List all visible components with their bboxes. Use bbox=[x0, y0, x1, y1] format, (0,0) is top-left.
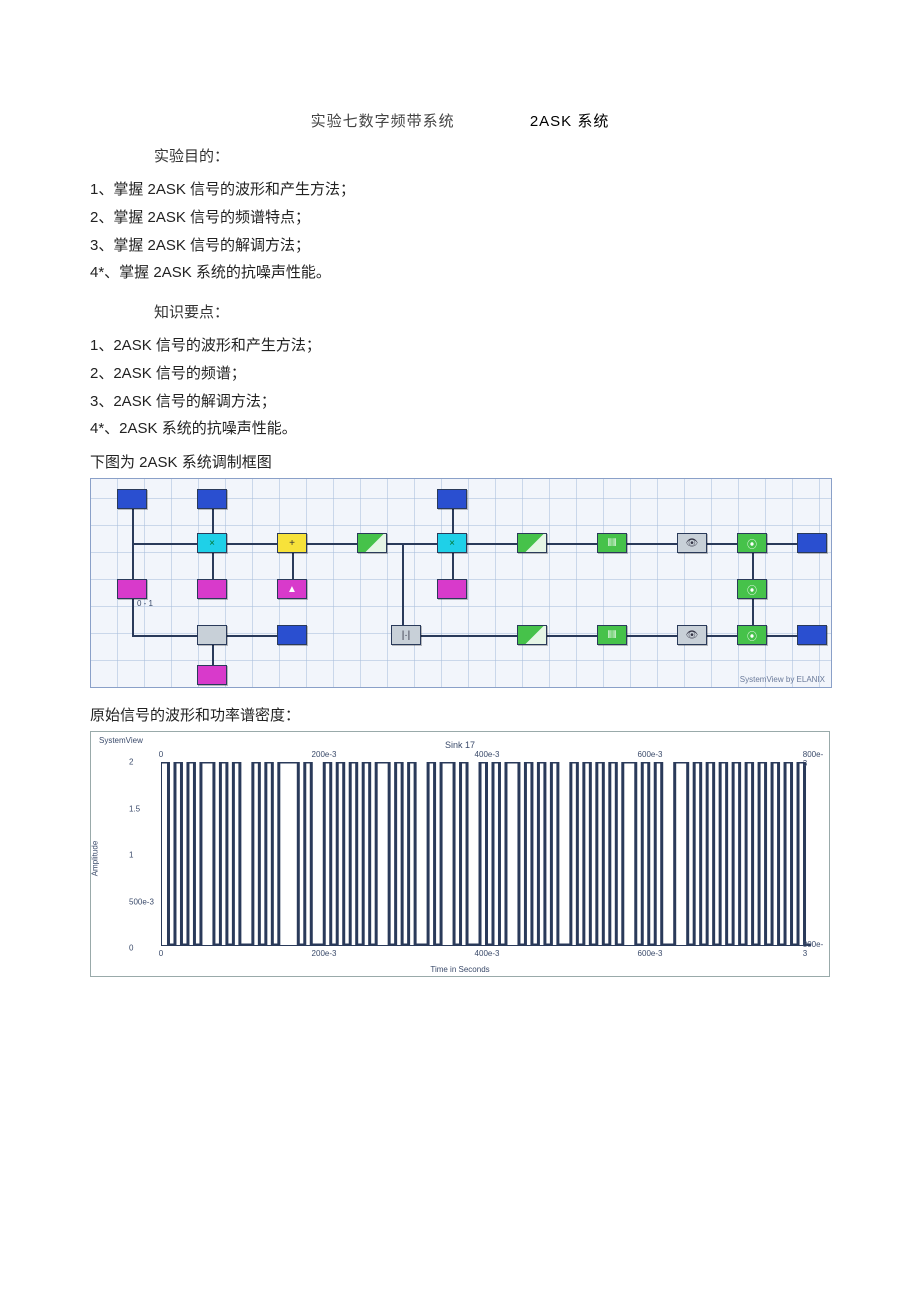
wire bbox=[452, 553, 454, 579]
title-left: 实验七数字频带系统 bbox=[311, 110, 455, 131]
wire bbox=[627, 635, 677, 637]
src-2 bbox=[197, 489, 227, 509]
wire bbox=[752, 599, 754, 625]
chart-title: SystemView bbox=[99, 736, 143, 745]
title-right: 2ASK 系统 bbox=[530, 110, 610, 131]
wire bbox=[212, 645, 214, 665]
chart-subtitle: Sink 17 bbox=[445, 740, 475, 750]
list-item: 4*、掌握 2ASK 系统的抗噪声性能。 bbox=[90, 259, 830, 287]
sink-2: ⦿ bbox=[737, 579, 767, 599]
abs-2: |·| bbox=[391, 625, 421, 645]
x-tick: 800e-3 bbox=[803, 940, 823, 958]
wire bbox=[707, 543, 737, 545]
document-page: 实验七数字频带系统 2ASK 系统 实验目的： 1、掌握 2ASK 信号的波形和… bbox=[0, 0, 920, 1037]
wire bbox=[132, 543, 197, 545]
abs-1 bbox=[197, 625, 227, 645]
wire bbox=[467, 543, 517, 545]
eye-2: 👁 bbox=[677, 625, 707, 645]
eye-1: 👁 bbox=[677, 533, 707, 553]
chart-xlabel: Time in Seconds bbox=[430, 965, 489, 974]
wire bbox=[132, 635, 197, 637]
x-tick: 600e-3 bbox=[638, 949, 663, 958]
x-tick: 400e-3 bbox=[475, 949, 500, 958]
title-line: 实验七数字频带系统 2ASK 系统 bbox=[90, 110, 830, 131]
wire bbox=[212, 509, 214, 533]
spec-4 bbox=[197, 665, 227, 685]
fft-1: ▲ bbox=[277, 579, 307, 599]
list-item: 3、掌握 2ASK 信号的解调方法； bbox=[90, 232, 830, 260]
waveform-chart: SystemView Sink 17 Amplitude Time in Sec… bbox=[90, 731, 830, 977]
mult-1: × bbox=[197, 533, 227, 553]
wire bbox=[547, 635, 597, 637]
pulse-2: ⦀⦀ bbox=[597, 625, 627, 645]
list-item: 2、掌握 2ASK 信号的频谱特点； bbox=[90, 204, 830, 232]
wire bbox=[402, 543, 404, 625]
wire bbox=[627, 543, 677, 545]
wire bbox=[767, 635, 797, 637]
y-tick: 1 bbox=[129, 851, 133, 860]
spec-2 bbox=[197, 579, 227, 599]
filt-1 bbox=[357, 533, 387, 553]
y-tick: 1.5 bbox=[129, 804, 140, 813]
mult-2: × bbox=[437, 533, 467, 553]
wire bbox=[387, 543, 437, 545]
wire bbox=[132, 509, 134, 589]
wire bbox=[707, 635, 737, 637]
wire bbox=[292, 553, 294, 579]
plot-area bbox=[161, 762, 811, 946]
meas-1: ⦿ bbox=[737, 533, 767, 553]
filt-3 bbox=[517, 625, 547, 645]
y-tick: 500e-3 bbox=[129, 897, 154, 906]
x-tick: 800e-3 bbox=[803, 750, 823, 768]
x-tick: 0 bbox=[159, 750, 163, 759]
src-3 bbox=[437, 489, 467, 509]
axis-label: 0 - 1 bbox=[137, 599, 153, 608]
spec-3 bbox=[437, 579, 467, 599]
wire bbox=[212, 553, 214, 579]
meas-2: ⦿ bbox=[737, 625, 767, 645]
wire bbox=[767, 543, 797, 545]
diagram-caption: 下图为 2ASK 系统调制框图 bbox=[90, 451, 830, 472]
wire bbox=[452, 509, 454, 533]
wire bbox=[421, 635, 517, 637]
x-tick: 600e-3 bbox=[638, 750, 663, 759]
wire bbox=[307, 543, 357, 545]
list-item: 1、2ASK 信号的波形和产生方法； bbox=[90, 332, 830, 360]
list-item: 4*、2ASK 系统的抗噪声性能。 bbox=[90, 415, 830, 443]
wire bbox=[752, 553, 754, 579]
knowledge-heading: 知识要点： bbox=[154, 301, 830, 322]
sink-1 bbox=[797, 533, 827, 553]
x-tick: 200e-3 bbox=[312, 750, 337, 759]
chart-ylabel: Amplitude bbox=[91, 841, 100, 877]
src-1 bbox=[117, 489, 147, 509]
filt-2 bbox=[517, 533, 547, 553]
y-tick: 2 bbox=[129, 758, 133, 767]
sink-4 bbox=[797, 625, 827, 645]
x-tick: 400e-3 bbox=[475, 750, 500, 759]
list-item: 2、2ASK 信号的频谱； bbox=[90, 360, 830, 388]
wire bbox=[227, 543, 277, 545]
wave-caption: 原始信号的波形和功率谱密度： bbox=[90, 704, 830, 725]
objectives-list: 1、掌握 2ASK 信号的波形和产生方法；2、掌握 2ASK 信号的频谱特点；3… bbox=[90, 176, 830, 287]
spec-1 bbox=[117, 579, 147, 599]
x-tick: 200e-3 bbox=[312, 949, 337, 958]
knowledge-list: 1、2ASK 信号的波形和产生方法；2、2ASK 信号的频谱；3、2ASK 信号… bbox=[90, 332, 830, 443]
diagram-watermark: SystemView by ELANIX bbox=[740, 675, 825, 684]
y-tick: 0 bbox=[129, 944, 133, 953]
sink-3 bbox=[277, 625, 307, 645]
x-tick: 0 bbox=[159, 949, 163, 958]
wire bbox=[227, 635, 277, 637]
list-item: 1、掌握 2ASK 信号的波形和产生方法； bbox=[90, 176, 830, 204]
wave-svg bbox=[162, 762, 811, 945]
objective-heading: 实验目的： bbox=[154, 145, 830, 166]
add-1: + bbox=[277, 533, 307, 553]
waveform-path bbox=[162, 762, 811, 945]
pulse-1: ⦀⦀ bbox=[597, 533, 627, 553]
list-item: 3、2ASK 信号的解调方法； bbox=[90, 388, 830, 416]
wire bbox=[547, 543, 597, 545]
block-diagram: SystemView by ELANIX × + × ⦀⦀ 👁 ⦿ ▲ ⦿ |·| ⦀⦀ 👁 ⦿ 0 -… bbox=[90, 478, 832, 688]
